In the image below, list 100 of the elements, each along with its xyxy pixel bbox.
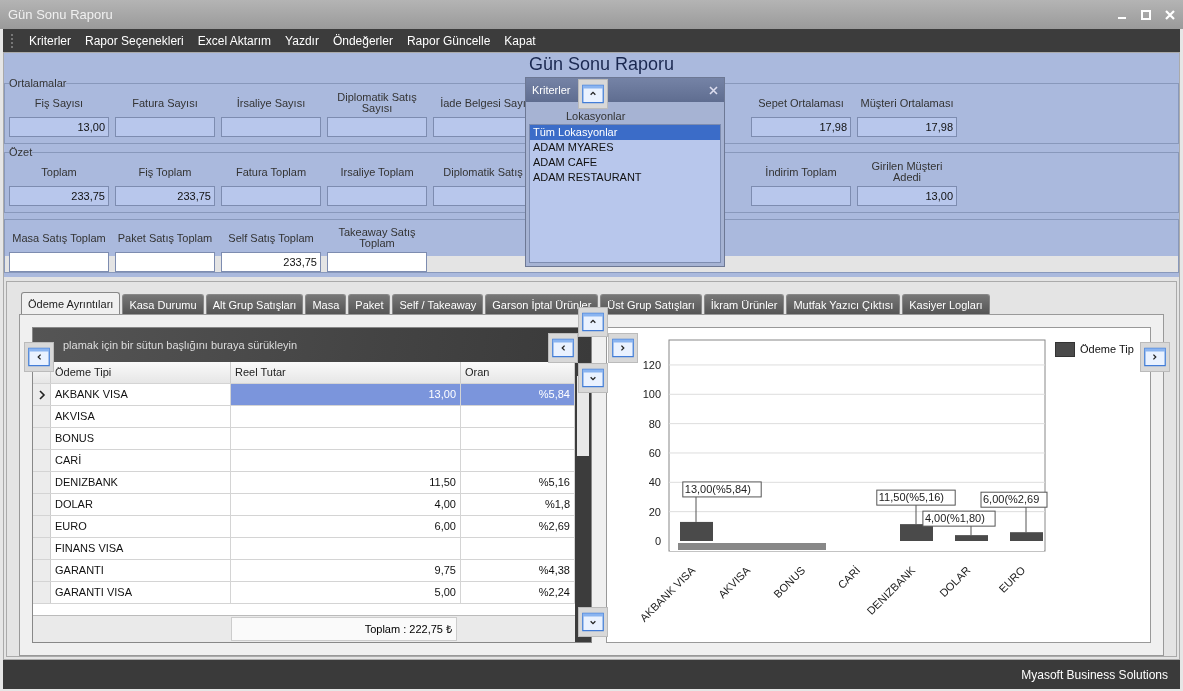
y-tick-label: 60 xyxy=(648,446,661,459)
input-field[interactable] xyxy=(327,252,427,272)
dock-guide-icon[interactable] xyxy=(608,333,638,363)
table-row[interactable]: FINANS VISA xyxy=(33,538,575,560)
column-header[interactable]: Ödeme Tipi xyxy=(51,362,231,383)
maximize-icon[interactable] xyxy=(1141,9,1151,20)
grip-icon xyxy=(11,33,16,48)
list-item[interactable]: ADAM MYARES xyxy=(530,140,720,155)
field-label: İade Belgesi Sayı xyxy=(439,95,527,111)
close-icon[interactable] xyxy=(709,85,718,95)
table-cell: 11,50 xyxy=(231,472,461,493)
field-label: Girilen Müşteri Adedi xyxy=(870,159,944,185)
table-cell: %5,84 xyxy=(461,384,575,405)
row-pointer-icon xyxy=(37,389,46,400)
input-field[interactable]: 17,98 xyxy=(857,117,957,137)
column-header[interactable]: Reel Tutar xyxy=(231,362,461,383)
list-item[interactable]: ADAM RESTAURANT xyxy=(530,170,720,185)
horizontal-scrollbar[interactable] xyxy=(670,542,1044,551)
table-cell: DOLAR xyxy=(51,494,231,515)
table-row[interactable]: DOLAR 4,00 %1,8 xyxy=(33,494,575,516)
input-field[interactable] xyxy=(751,186,851,206)
table-row[interactable]: DENIZBANK 11,50 %5,16 xyxy=(33,472,575,494)
menu-item[interactable]: Öndeğerler xyxy=(325,31,400,50)
input-field[interactable] xyxy=(9,252,109,272)
tab[interactable]: Paket xyxy=(348,294,391,314)
input-field[interactable]: 233,75 xyxy=(221,252,321,272)
table-row[interactable]: GARANTI VISA 5,00 %2,24 xyxy=(33,582,575,604)
field-label: Paket Satış Toplam xyxy=(116,230,214,246)
column-header[interactable]: Oran xyxy=(461,362,575,383)
menu-item[interactable]: Excel Aktarım xyxy=(190,31,279,50)
input-field[interactable]: 233,75 xyxy=(9,186,109,206)
table-cell: 4,00 xyxy=(231,494,461,515)
tab[interactable]: İkram Ürünler xyxy=(703,294,785,314)
input-field[interactable]: 13,00 xyxy=(9,117,109,137)
field-label: Fatura Sayısı xyxy=(131,95,199,111)
list-item[interactable]: ADAM CAFE xyxy=(530,155,720,170)
field-label: Irsaliye Toplam xyxy=(339,164,415,180)
table-row[interactable]: CARİ xyxy=(33,450,575,472)
table-row[interactable]: AKVISA xyxy=(33,406,575,428)
input-field[interactable]: 17,98 xyxy=(751,117,851,137)
tab[interactable]: Üst Grup Satışları xyxy=(600,294,702,314)
field-label: Fiş Toplam xyxy=(137,164,193,180)
menu-item[interactable]: Rapor Seçenekleri xyxy=(78,31,191,50)
dock-guide-icon[interactable] xyxy=(578,607,608,637)
table-cell: 6,00 xyxy=(231,516,461,537)
field-label: Diplomatik Satış xyxy=(442,164,524,180)
field-label: Fatura Toplam xyxy=(234,164,308,180)
field-label: İndirim Toplam xyxy=(764,164,838,180)
table-row[interactable]: GARANTI 9,75 %4,38 xyxy=(33,560,575,582)
panel-title: Kriterler xyxy=(532,84,571,96)
table-cell: BONUS xyxy=(51,428,231,449)
input-field[interactable]: 233,75 xyxy=(115,186,215,206)
table-row[interactable]: BONUS xyxy=(33,428,575,450)
field-label: İrsaliye Sayısı xyxy=(235,95,307,111)
input-field[interactable] xyxy=(221,186,321,206)
status-text: Myasoft Business Solutions xyxy=(1021,667,1168,682)
dock-guide-icon[interactable] xyxy=(1140,342,1170,372)
table-cell: 9,75 xyxy=(231,560,461,581)
window-title: Gün Sonu Raporu xyxy=(8,7,113,22)
dock-guide-icon[interactable] xyxy=(578,307,608,337)
table-cell: EURO xyxy=(51,516,231,537)
table-cell: 13,00 xyxy=(231,384,461,405)
input-field[interactable]: 13,00 xyxy=(857,186,957,206)
y-tick-label: 100 xyxy=(642,388,661,401)
y-tick-label: 80 xyxy=(648,417,661,430)
input-field[interactable] xyxy=(221,117,321,137)
dock-guide-icon[interactable] xyxy=(24,342,54,372)
field-label: Takeaway Satış Toplam xyxy=(337,225,417,251)
dock-guide-icon[interactable] xyxy=(578,79,608,109)
table-cell: GARANTI VISA xyxy=(51,582,231,603)
field-label: Fiş Sayısı xyxy=(33,95,85,111)
menu-item[interactable]: Kapat xyxy=(497,31,543,50)
menu-item[interactable]: Kriterler xyxy=(22,31,78,50)
input-field[interactable] xyxy=(115,117,215,137)
input-field[interactable] xyxy=(327,117,427,137)
field-label: Toplam xyxy=(40,164,78,180)
y-tick-label: 20 xyxy=(648,505,661,518)
group-hint: plamak için bir sütun başlığını buraya sürükleyin xyxy=(63,339,298,351)
tab[interactable]: Mutfak Yazıcı Çıktısı xyxy=(786,294,901,314)
tab[interactable]: Kasiyer Logları xyxy=(902,294,990,314)
legend-label: Ödeme Tip xyxy=(1080,343,1134,355)
table-row[interactable]: AKBANK VISA 13,00 %5,84 xyxy=(33,384,575,406)
tab[interactable]: Ödeme Ayrıntıları xyxy=(21,292,121,314)
table-cell: AKVISA xyxy=(51,406,231,427)
tab[interactable]: Self / Takeaway xyxy=(392,294,484,314)
y-tick-label: 0 xyxy=(654,535,661,547)
tab[interactable]: Masa xyxy=(305,294,347,314)
menu-item[interactable]: Rapor Güncelle xyxy=(399,31,498,50)
dock-guide-icon[interactable] xyxy=(548,333,578,363)
section-label: Lokasyonlar xyxy=(565,109,627,124)
dock-guide-icon[interactable] xyxy=(578,363,608,393)
menu-item[interactable]: Yazdır xyxy=(278,31,326,50)
table-row[interactable]: EURO 6,00 %2,69 xyxy=(33,516,575,538)
input-field[interactable] xyxy=(115,252,215,272)
tab[interactable]: Alt Grup Satışları xyxy=(205,294,304,314)
tab[interactable]: Kasa Durumu xyxy=(122,294,204,314)
table-cell: CARİ xyxy=(51,450,231,471)
list-item[interactable]: Tüm Lokasyonlar xyxy=(530,125,720,140)
field-label: Self Satış Toplam xyxy=(227,230,315,246)
input-field[interactable] xyxy=(327,186,427,206)
